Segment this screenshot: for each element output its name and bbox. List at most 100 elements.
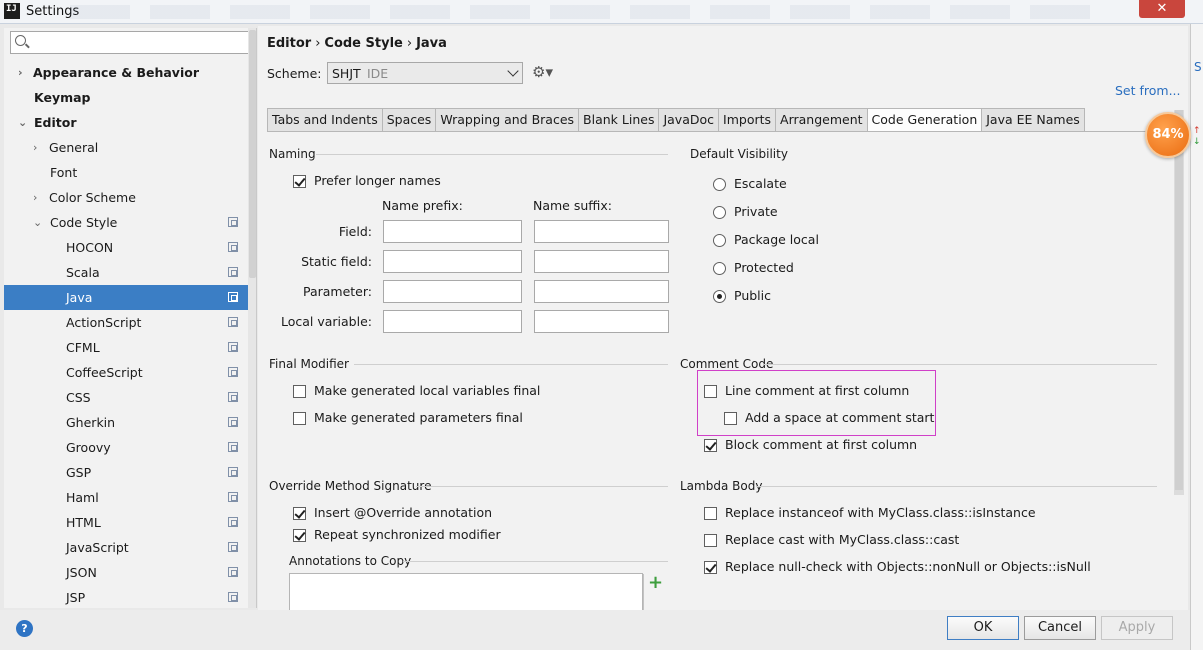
sidebar-item-label: Editor: [34, 115, 77, 130]
chevron-right-icon[interactable]: ›: [33, 135, 37, 160]
tab-blank-lines[interactable]: Blank Lines: [578, 108, 659, 132]
checkbox-box[interactable]: [704, 439, 717, 452]
final-modifier-title: Final Modifier: [269, 357, 349, 371]
sidebar-item-gsp[interactable]: GSP: [4, 460, 256, 485]
checkbox-box[interactable]: [724, 412, 737, 425]
local-variable-prefix-input[interactable]: [383, 310, 522, 333]
comment-code-title: Comment Code: [680, 357, 774, 371]
radio-circle[interactable]: [713, 262, 726, 275]
sidebar-item-coffeescript[interactable]: CoffeeScript: [4, 360, 256, 385]
field-prefix-input[interactable]: [383, 220, 522, 243]
checkbox-box[interactable]: [293, 385, 306, 398]
tab-imports[interactable]: Imports: [718, 108, 776, 132]
ok-button[interactable]: OK: [947, 616, 1019, 640]
sidebar-item-color-scheme[interactable]: › Color Scheme: [4, 185, 256, 210]
radio-circle[interactable]: [713, 234, 726, 247]
radio-circle[interactable]: [713, 178, 726, 191]
radio-circle[interactable]: [713, 290, 726, 303]
checkbox-box[interactable]: [293, 529, 306, 542]
local-variable-suffix-input[interactable]: [534, 310, 669, 333]
sidebar-item-json[interactable]: JSON: [4, 560, 256, 585]
static-field-prefix-input[interactable]: [383, 250, 522, 273]
tab-wrapping-and-braces[interactable]: Wrapping and Braces: [435, 108, 579, 132]
gear-icon[interactable]: ⚙▾: [532, 64, 556, 80]
list-toolbar-divider: [643, 574, 644, 611]
checkbox-box[interactable]: [704, 507, 717, 520]
annotations-list[interactable]: [289, 573, 644, 611]
copy-scheme-icon: [228, 417, 238, 427]
radio-label: Protected: [734, 260, 794, 275]
main-scrollbar-thumb[interactable]: [1175, 110, 1183, 490]
sidebar-item-scala[interactable]: Scala: [4, 260, 256, 285]
settings-search[interactable]: [10, 31, 250, 54]
chevron-down-icon[interactable]: ⌄: [33, 210, 42, 235]
tab-javadoc[interactable]: JavaDoc: [658, 108, 719, 132]
parameter-suffix-input[interactable]: [534, 280, 669, 303]
progress-badge[interactable]: 84%: [1145, 112, 1191, 158]
parameter-prefix-input[interactable]: [383, 280, 522, 303]
sidebar-item-appearance-behavior[interactable]: › Appearance & Behavior: [4, 60, 256, 85]
static-field-suffix-input[interactable]: [534, 250, 669, 273]
sidebar-item-label: Appearance & Behavior: [33, 65, 199, 80]
sidebar-item-font[interactable]: Font: [4, 160, 256, 185]
annotations-to-copy-title: Annotations to Copy: [289, 554, 412, 568]
copy-scheme-icon: [228, 442, 238, 452]
tab-spaces[interactable]: Spaces: [381, 108, 436, 132]
sidebar-item-label: Java: [66, 290, 93, 305]
field-suffix-input[interactable]: [534, 220, 669, 243]
sidebar-item-cfml[interactable]: CFML: [4, 335, 256, 360]
divider: [354, 364, 668, 365]
name-prefix-header: Name prefix:: [382, 198, 463, 213]
copy-scheme-icon: [228, 342, 238, 352]
sidebar-item-groovy[interactable]: Groovy: [4, 435, 256, 460]
tab-java-ee-names[interactable]: Java EE Names: [981, 108, 1085, 132]
checkbox-box[interactable]: [293, 175, 306, 188]
close-window-button[interactable]: ✕: [1139, 0, 1185, 18]
radio-circle[interactable]: [713, 206, 726, 219]
help-icon[interactable]: ?: [16, 620, 33, 637]
search-input[interactable]: [31, 33, 247, 52]
main-scrollbar[interactable]: [1174, 110, 1184, 495]
checkbox-box[interactable]: [704, 534, 717, 547]
scheme-dropdown[interactable]: SHJT IDE: [327, 62, 523, 84]
sidebar-item-haml[interactable]: Haml: [4, 485, 256, 510]
cancel-button[interactable]: Cancel: [1024, 616, 1096, 640]
settings-tree: › Appearance & Behavior Keymap ⌄ Editor › Gene…: [4, 60, 256, 608]
sidebar-item-general[interactable]: › General: [4, 135, 256, 160]
sidebar-item-code-style[interactable]: ⌄ Code Style: [4, 210, 256, 235]
sidebar-item-html[interactable]: HTML: [4, 510, 256, 535]
copy-scheme-icon: [228, 242, 238, 252]
chevron-down-icon[interactable]: ⌄: [18, 110, 27, 135]
sidebar-item-gherkin[interactable]: Gherkin: [4, 410, 256, 435]
sidebar-item-hocon[interactable]: HOCON: [4, 235, 256, 260]
tab-tabs-and-indents[interactable]: Tabs and Indents: [267, 108, 382, 132]
chevron-right-icon[interactable]: ›: [18, 60, 23, 85]
checkbox-box[interactable]: [293, 412, 306, 425]
tab-code-generation[interactable]: Code Generation: [866, 108, 982, 132]
copy-scheme-icon: [228, 492, 238, 502]
chevron-right-icon[interactable]: ›: [33, 185, 37, 210]
checkbox-box[interactable]: [704, 561, 717, 574]
sidebar-item-editor[interactable]: ⌄ Editor: [4, 110, 256, 135]
sidebar-item-label: CSS: [66, 390, 91, 405]
sidebar-item-keymap[interactable]: Keymap: [4, 85, 256, 110]
sidebar-scrollbar-thumb[interactable]: [249, 30, 256, 278]
sidebar-item-jsp[interactable]: JSP: [4, 585, 256, 608]
local-variable-label: Local variable:: [280, 314, 372, 329]
tab-arrangement[interactable]: Arrangement: [775, 108, 867, 132]
sidebar-item-actionscript[interactable]: ActionScript: [4, 310, 256, 335]
apply-button[interactable]: Apply: [1101, 616, 1173, 640]
breadcrumb: Editor › Code Style › Java: [267, 36, 447, 51]
background-window-letter: S: [1194, 60, 1202, 74]
sidebar-item-label: HOCON: [66, 240, 114, 255]
sidebar-scrollbar[interactable]: [248, 28, 256, 608]
checkbox-box[interactable]: [293, 507, 306, 520]
sidebar-item-css[interactable]: CSS: [4, 385, 256, 410]
sidebar-item-java[interactable]: Java: [4, 285, 256, 310]
checkbox-label: Line comment at first column: [725, 383, 910, 398]
add-icon[interactable]: +: [648, 574, 663, 592]
sidebar-item-javascript[interactable]: JavaScript: [4, 535, 256, 560]
set-from-link[interactable]: Set from...: [1115, 83, 1181, 98]
sidebar-item-label: CoffeeScript: [66, 365, 143, 380]
checkbox-box[interactable]: [704, 385, 717, 398]
